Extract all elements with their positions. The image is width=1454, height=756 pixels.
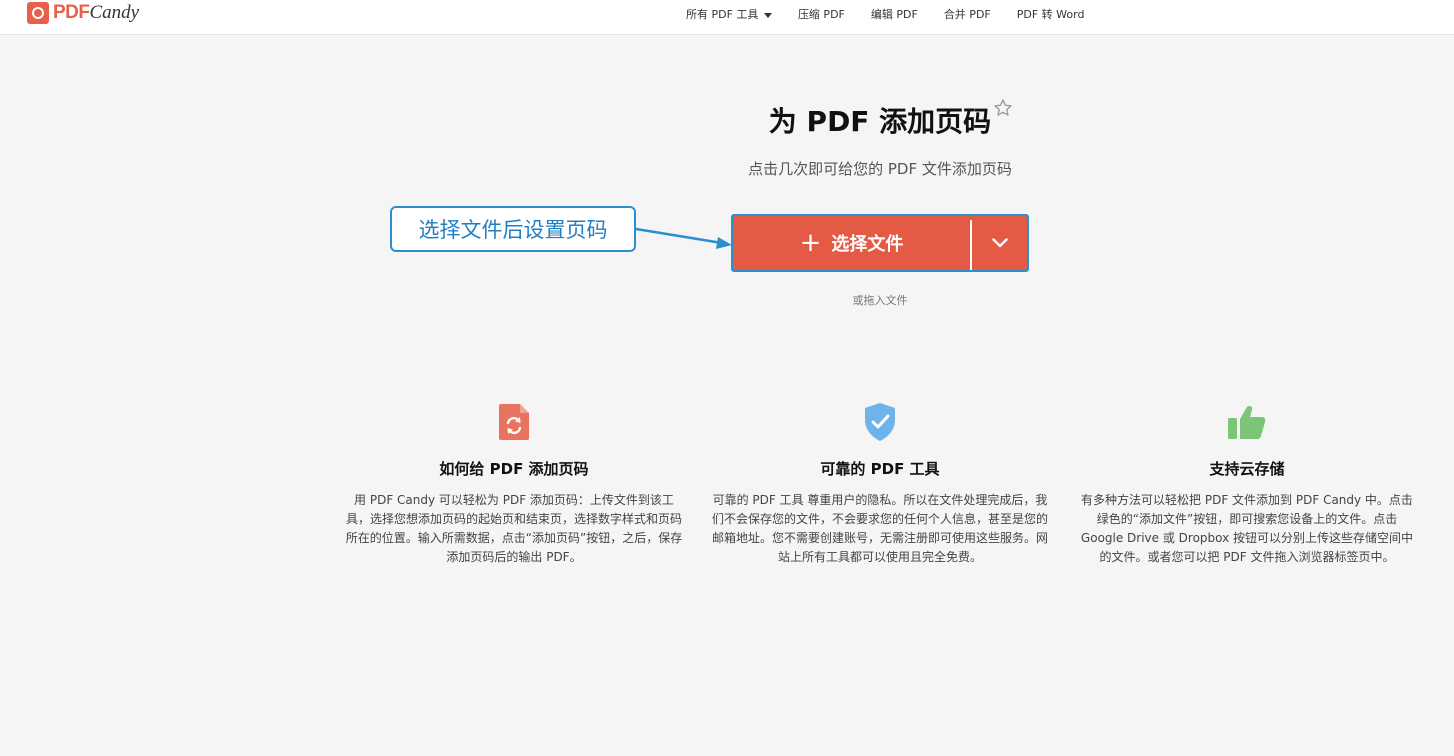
- nav-pdf-to-word[interactable]: PDF 转 Word: [1017, 6, 1085, 22]
- main-nav: 所有 PDF 工具 压缩 PDF 编辑 PDF 合并 PDF PDF 转 Wor…: [686, 6, 1110, 22]
- annotation-callout: 选择文件后设置页码: [390, 206, 636, 252]
- choose-file-label: 选择文件: [831, 234, 904, 255]
- candy-logo-icon: [27, 2, 49, 24]
- feature-title: 如何给 PDF 添加页码: [439, 460, 589, 478]
- feature-description: 可靠的 PDF 工具 尊重用户的隐私。所以在文件处理完成后，我们不会保存您的文件…: [711, 493, 1048, 564]
- logo-text-pdf: PDF: [53, 2, 90, 23]
- thumbs-up-icon: [1077, 400, 1417, 444]
- feature-description: 用 PDF Candy 可以轻松为 PDF 添加页码：上传文件到该工具，选择您想…: [345, 493, 683, 564]
- feature-how-to: 如何给 PDF 添加页码 用 PDF Candy 可以轻松为 PDF 添加页码：…: [344, 400, 684, 567]
- nav-all-pdf-tools-label: 所有 PDF 工具: [686, 8, 759, 21]
- chevron-down-icon: [991, 238, 1008, 248]
- shield-check-icon: [710, 400, 1050, 444]
- top-navigation-bar: PDF Candy 所有 PDF 工具 压缩 PDF 编辑 PDF 合并 PDF…: [0, 0, 1454, 35]
- feature-title: 支持云存储: [1209, 460, 1285, 478]
- nav-merge-pdf[interactable]: 合并 PDF: [944, 6, 991, 22]
- feature-description: 有多种方法可以轻松把 PDF 文件添加到 PDF Candy 中。点击绿色的“添…: [1080, 493, 1414, 564]
- document-refresh-icon: [344, 400, 684, 444]
- pdfcandy-logo[interactable]: PDF Candy: [27, 0, 139, 26]
- nav-compress-pdf[interactable]: 压缩 PDF: [798, 6, 845, 22]
- nav-all-pdf-tools[interactable]: 所有 PDF 工具: [686, 6, 772, 22]
- feature-reliable: 可靠的 PDF 工具 可靠的 PDF 工具 尊重用户的隐私。所以在文件处理完成后…: [710, 400, 1050, 567]
- caret-down-icon: [763, 12, 772, 18]
- drop-file-hint: 或拖入文件: [852, 294, 908, 307]
- feature-title: 可靠的 PDF 工具: [820, 460, 940, 478]
- nav-edit-pdf[interactable]: 编辑 PDF: [871, 6, 918, 22]
- star-favorite-icon[interactable]: [993, 98, 1013, 118]
- logo-text-candy: Candy: [89, 2, 140, 23]
- upload-button-group: + 选择文件: [731, 214, 1029, 272]
- feature-cloud: 支持云存储 有多种方法可以轻松把 PDF 文件添加到 PDF Candy 中。点…: [1077, 400, 1417, 567]
- page-subtitle: 点击几次即可给您的 PDF 文件添加页码: [748, 160, 1012, 178]
- plus-icon: +: [799, 228, 822, 258]
- upload-options-dropdown[interactable]: [972, 216, 1027, 270]
- choose-file-button[interactable]: + 选择文件: [733, 216, 970, 270]
